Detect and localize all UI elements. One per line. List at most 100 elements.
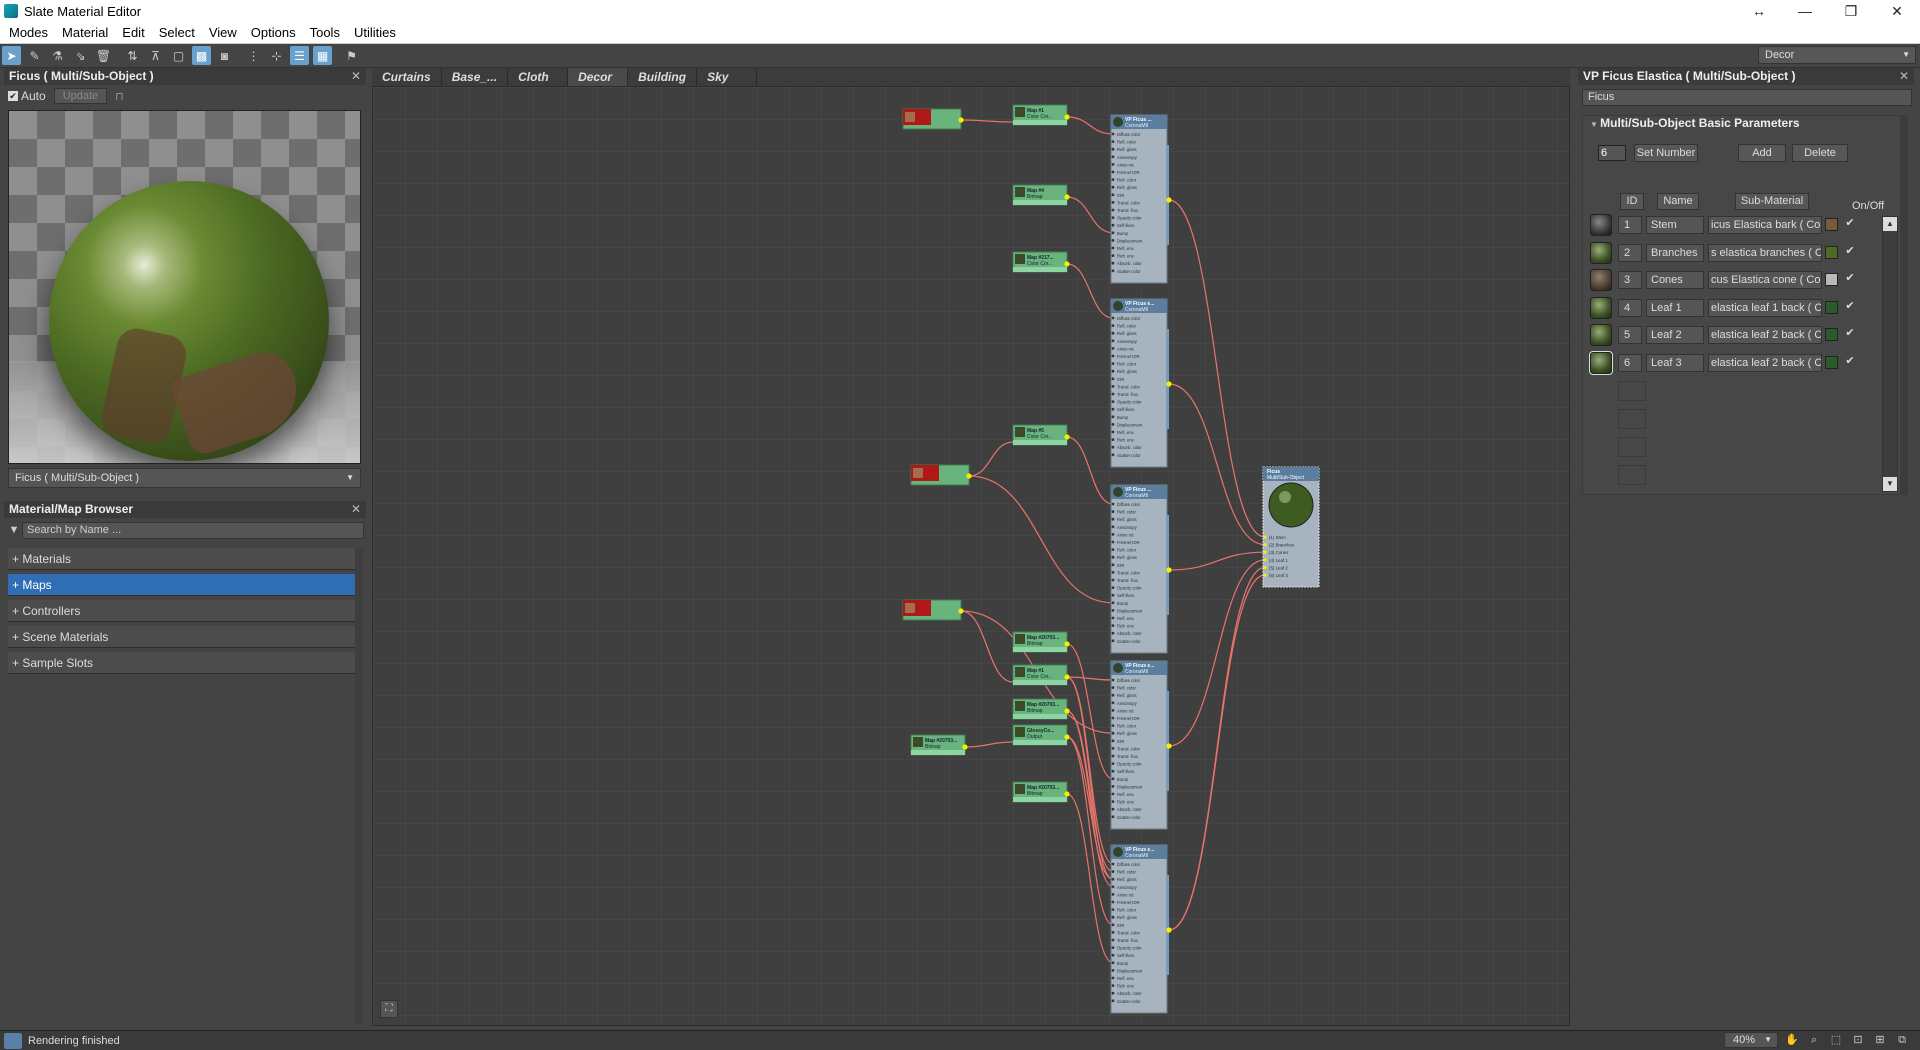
tab-building[interactable]: Building	[628, 68, 698, 86]
close-icon[interactable]: ✕	[1899, 68, 1909, 85]
sub-id-field[interactable]: 3	[1618, 271, 1642, 289]
layout-children-icon[interactable]: ⊹	[267, 46, 286, 65]
view-dropdown[interactable]: Decor ▼	[1758, 46, 1916, 64]
parameter-editor-icon[interactable]: ▦	[313, 46, 332, 65]
input-port[interactable]	[1111, 999, 1115, 1003]
input-port[interactable]	[1111, 709, 1115, 712]
input-port[interactable]	[1111, 163, 1115, 166]
sub-material-button[interactable]: s elastica branches ( Coror	[1708, 244, 1822, 262]
input-port[interactable]	[1111, 216, 1115, 220]
output-port[interactable]	[1064, 261, 1070, 267]
zoom-extents-icon[interactable]: ⊡	[1850, 1032, 1866, 1048]
input-port[interactable]	[1111, 731, 1115, 735]
input-port[interactable]	[1111, 331, 1115, 335]
input-port[interactable]	[1111, 792, 1115, 796]
output-port[interactable]	[1064, 641, 1070, 647]
input-port[interactable]	[1111, 132, 1115, 136]
input-port[interactable]	[1111, 246, 1115, 250]
color-swatch[interactable]	[1825, 328, 1838, 341]
input-port[interactable]	[1111, 369, 1115, 373]
on-off-checkbox[interactable]: ✔	[1843, 216, 1857, 232]
input-port[interactable]	[1263, 550, 1267, 554]
sub-material-button[interactable]: elastica leaf 1 back ( Corc	[1708, 299, 1822, 317]
input-port[interactable]	[1111, 201, 1115, 204]
browser-group-maps[interactable]: + Maps	[8, 574, 355, 596]
pick-material-icon[interactable]: ✎	[25, 46, 44, 65]
menu-options[interactable]: Options	[244, 25, 303, 40]
input-port[interactable]	[1111, 693, 1115, 697]
maximize-button[interactable]: ❐	[1828, 0, 1874, 22]
input-port[interactable]	[1111, 223, 1115, 227]
sub-name-field[interactable]: Cones	[1646, 271, 1704, 289]
input-port[interactable]	[1263, 558, 1267, 562]
input-port[interactable]	[1111, 946, 1115, 949]
input-port[interactable]	[1111, 747, 1115, 750]
input-port[interactable]	[1111, 739, 1115, 743]
input-port[interactable]	[1263, 573, 1267, 577]
output-port[interactable]	[1064, 674, 1070, 680]
input-port[interactable]	[1111, 140, 1115, 143]
input-port[interactable]	[1111, 724, 1115, 727]
on-off-checkbox[interactable]: ✔	[1843, 244, 1857, 260]
browser-group-controllers[interactable]: + Controllers	[8, 600, 355, 622]
input-port[interactable]	[1111, 316, 1115, 320]
zoom-region-icon[interactable]: ⬚	[1828, 1032, 1844, 1048]
tab-curtains[interactable]: Curtains	[372, 68, 442, 86]
input-port[interactable]	[1111, 785, 1115, 788]
zoom-selected-icon[interactable]: ⊞	[1872, 1032, 1888, 1048]
input-port[interactable]	[1111, 362, 1115, 365]
input-port[interactable]	[1111, 239, 1115, 242]
input-port[interactable]	[1111, 231, 1115, 235]
menu-edit[interactable]: Edit	[115, 25, 151, 40]
input-port[interactable]	[1111, 415, 1115, 419]
sub-id-field[interactable]: 5	[1618, 326, 1642, 344]
sub-name-field[interactable]: Leaf 1	[1646, 299, 1704, 317]
select-by-material-icon[interactable]: ⚑	[342, 46, 361, 65]
output-port[interactable]	[1064, 194, 1070, 200]
input-port[interactable]	[1111, 754, 1115, 758]
input-port[interactable]	[1111, 445, 1115, 449]
sub-name-field[interactable]: Stem	[1646, 216, 1704, 234]
input-port[interactable]	[1111, 701, 1115, 705]
output-port[interactable]	[1166, 381, 1172, 387]
sub-material-button[interactable]: elastica leaf 2 back ( Corc	[1708, 326, 1822, 344]
input-port[interactable]	[1111, 170, 1115, 174]
input-port[interactable]	[1111, 800, 1115, 803]
sub-id-field[interactable]: 2	[1618, 244, 1642, 262]
output-port[interactable]	[1064, 791, 1070, 797]
sub-name-field[interactable]: Branches	[1646, 244, 1704, 262]
input-port[interactable]	[1111, 900, 1115, 904]
output-port[interactable]	[1064, 114, 1070, 120]
input-port[interactable]	[1111, 616, 1115, 620]
input-port[interactable]	[1111, 193, 1115, 197]
input-port[interactable]	[1111, 392, 1115, 396]
put-to-scene-icon[interactable]: ⚗	[48, 46, 67, 65]
input-port[interactable]	[1111, 563, 1115, 567]
pin-icon[interactable]: ⊓	[115, 90, 124, 103]
input-port[interactable]	[1111, 678, 1115, 682]
input-port[interactable]	[1111, 548, 1115, 551]
input-port[interactable]	[1111, 324, 1115, 327]
inspector-scrollbar[interactable]	[1900, 115, 1908, 495]
update-button[interactable]: Update	[53, 88, 108, 104]
navigator-icon[interactable]: ⛶	[380, 1000, 398, 1018]
color-swatch[interactable]	[1825, 246, 1838, 259]
input-port[interactable]	[1111, 185, 1115, 189]
input-port[interactable]	[1111, 593, 1115, 597]
input-port[interactable]	[1111, 555, 1115, 559]
browser-group-sample-slots[interactable]: + Sample Slots	[8, 652, 355, 674]
menu-utilities[interactable]: Utilities	[347, 25, 403, 40]
output-port[interactable]	[1166, 927, 1172, 933]
rollout-title[interactable]: Multi/Sub-Object Basic Parameters	[1590, 116, 1799, 132]
input-port[interactable]	[1111, 601, 1115, 605]
output-port[interactable]	[958, 117, 964, 123]
auto-checkbox[interactable]: ✔ Auto	[8, 89, 46, 103]
input-port[interactable]	[1111, 862, 1115, 866]
output-port[interactable]	[1166, 197, 1172, 203]
input-port[interactable]	[1111, 502, 1115, 506]
input-port[interactable]	[1111, 377, 1115, 381]
input-port[interactable]	[1111, 991, 1115, 995]
input-port[interactable]	[1111, 438, 1115, 441]
assign-material-icon[interactable]: ⇘	[71, 46, 90, 65]
tab-base[interactable]: Base_...	[442, 68, 509, 86]
